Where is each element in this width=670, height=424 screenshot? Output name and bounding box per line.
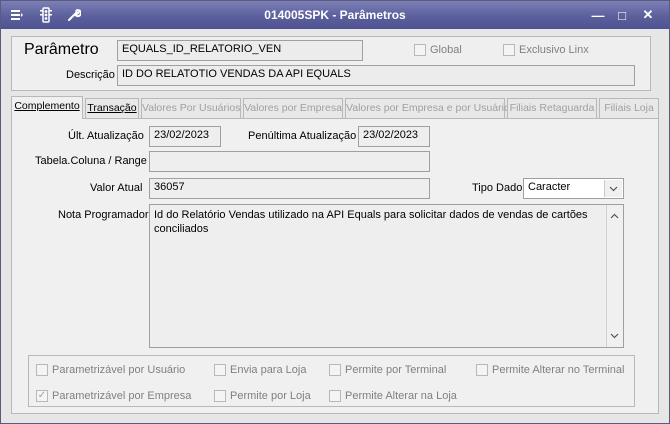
table-column-field[interactable]	[149, 151, 430, 172]
checkbox-label: Permite por Loja	[230, 390, 311, 402]
penultimate-update-field[interactable]: 23/02/2023	[358, 126, 430, 147]
note-scrollbar[interactable]	[606, 205, 623, 347]
scroll-down-icon[interactable]	[610, 329, 619, 343]
title-bar: 014005SPK - Parâmetros — □ ✕	[1, 1, 669, 29]
tab-transacao[interactable]: Transação	[85, 98, 139, 118]
minimize-button[interactable]: —	[589, 7, 607, 23]
parameters-window: 014005SPK - Parâmetros — □ ✕ Parâmetro E…	[0, 0, 670, 424]
check-mark-icon: ✓	[36, 390, 48, 402]
tab-label: Valores por Empresa	[244, 102, 342, 114]
tab-label: Valores Por Usuários	[142, 102, 241, 114]
data-type-select[interactable]: Caracter	[523, 178, 624, 199]
note-text: Id do Relatório Vendas utilizado na API …	[154, 209, 588, 235]
tab-valores-por-usuarios[interactable]: Valores Por Usuários	[141, 98, 241, 118]
checkbox-permite-loja[interactable]: Permite por Loja	[214, 390, 311, 402]
checkbox-envia-loja[interactable]: Envia para Loja	[214, 364, 306, 376]
note-label: Nota Programador	[58, 209, 149, 221]
tab-label: Filiais Retaguarda	[509, 102, 595, 114]
tab-label: Complemento	[14, 100, 80, 112]
tab-valores-por-empresa[interactable]: Valores por Empresa	[243, 98, 343, 118]
checkbox-label: Envia para Loja	[230, 364, 307, 376]
current-value-label: Valor Atual	[90, 182, 143, 194]
tab-valores-por-empresa-usuario[interactable]: Valores por Empresa e por Usuário	[345, 98, 510, 118]
table-column-label: Tabela.Coluna / Range	[35, 155, 147, 167]
exclusive-linx-checkbox[interactable]: Exclusivo Linx	[503, 44, 589, 56]
maximize-button[interactable]: □	[613, 7, 631, 23]
note-textarea[interactable]: Id do Relatório Vendas utilizado na API …	[149, 204, 624, 348]
tab-filiais-retaguarda[interactable]: Filiais Retaguarda	[507, 98, 597, 118]
checkbox-label: Permite Alterar no Terminal	[492, 364, 625, 376]
close-button[interactable]: ✕	[639, 7, 657, 23]
checkbox-permite-terminal[interactable]: Permite por Terminal	[329, 364, 446, 376]
parameter-field[interactable]: EQUALS_ID_RELATORIO_VEN	[117, 40, 363, 61]
tab-label: Transação	[87, 102, 137, 114]
penultimate-update-label: Penúltima Atualização	[248, 130, 357, 142]
last-update-field[interactable]: 23/02/2023	[149, 126, 221, 147]
checkbox-label: Permite Alterar na Loja	[345, 390, 457, 402]
exclusive-linx-label: Exclusivo Linx	[519, 44, 589, 56]
current-value-field[interactable]: 36057	[149, 178, 430, 199]
tab-label: Filiais Loja	[604, 102, 654, 114]
checkbox-permite-alterar-terminal[interactable]: Permite Alterar no Terminal	[476, 364, 624, 376]
global-label: Global	[430, 44, 462, 56]
scroll-up-icon[interactable]	[610, 209, 619, 223]
tab-filiais-loja[interactable]: Filiais Loja	[599, 98, 659, 118]
tab-label: Valores por Empresa e por Usuário	[346, 102, 510, 114]
checkbox-label: Parametrizável por Usuário	[52, 364, 186, 376]
checkbox-parametrizavel-usuario[interactable]: Parametrizável por Usuário	[36, 364, 185, 376]
window-title: 014005SPK - Parâmetros	[264, 8, 406, 22]
description-label: Descrição	[66, 69, 115, 81]
last-update-label: Últ. Atualização	[68, 130, 144, 142]
data-type-value: Caracter	[528, 181, 571, 193]
checkbox-parametrizavel-empresa[interactable]: ✓ Parametrizável por Empresa	[36, 390, 191, 402]
chevron-down-icon[interactable]	[604, 180, 622, 197]
data-type-label: Tipo Dado	[472, 182, 523, 194]
parameter-label: Parâmetro	[24, 41, 99, 58]
description-field[interactable]: ID DO RELATOTIO VENDAS DA API EQUALS	[117, 65, 635, 86]
checkbox-label: Permite por Terminal	[345, 364, 447, 376]
checkbox-label: Parametrizável por Empresa	[52, 390, 192, 402]
global-checkbox[interactable]: Global	[414, 44, 462, 56]
tab-complemento[interactable]: Complemento	[11, 96, 83, 119]
checkbox-permite-alterar-loja[interactable]: Permite Alterar na Loja	[329, 390, 457, 402]
